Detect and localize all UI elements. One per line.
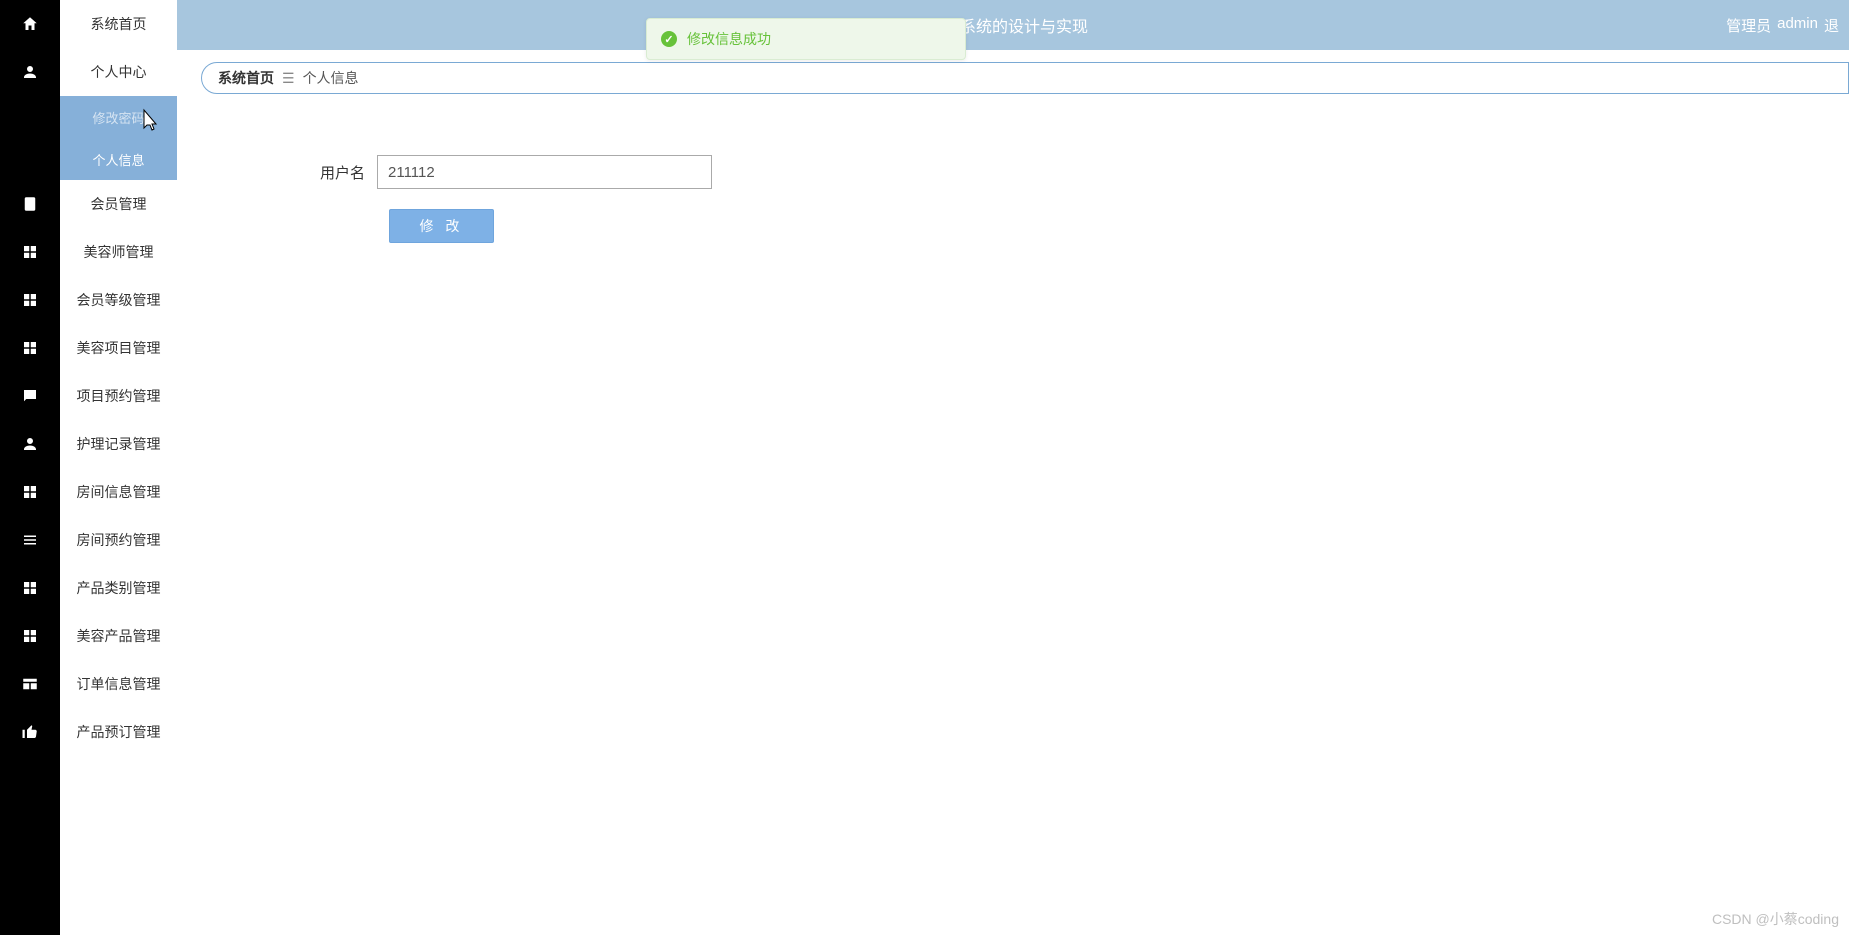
success-toast: 修改信息成功 — [646, 18, 966, 60]
toast-message: 修改信息成功 — [687, 29, 771, 49]
user-icon[interactable] — [0, 420, 60, 468]
sidebar-item-home[interactable]: 系统首页 — [60, 0, 177, 48]
sidebar-item-beauty-project-manage[interactable]: 美容项目管理 — [60, 324, 177, 372]
logout-button[interactable]: 退 — [1824, 15, 1839, 36]
grid-icon[interactable] — [0, 612, 60, 660]
grid-icon[interactable] — [0, 564, 60, 612]
sidebar-item-room-info-manage[interactable]: 房间信息管理 — [60, 468, 177, 516]
sidebar-labels: 系统首页 个人中心 修改密码 个人信息 会员管理 美容师管理 会员等级管理 美容… — [60, 0, 177, 935]
grid-icon[interactable] — [0, 468, 60, 516]
sidebar-item-beauty-product-manage[interactable]: 美容产品管理 — [60, 612, 177, 660]
sidebar-item-room-reservation-manage[interactable]: 房间预约管理 — [60, 516, 177, 564]
sidebar-icon-strip — [0, 0, 60, 935]
grid-icon[interactable] — [0, 276, 60, 324]
user-icon[interactable] — [0, 48, 60, 96]
user-role-label: 管理员 — [1726, 15, 1771, 36]
submit-button[interactable]: 修 改 — [389, 209, 494, 243]
sidebar-item-care-record-manage[interactable]: 护理记录管理 — [60, 420, 177, 468]
topbar-user-area: 管理员 admin 退 — [1726, 15, 1839, 36]
sidebar-item-personal[interactable]: 个人中心 — [60, 48, 177, 96]
thumb-icon[interactable] — [0, 708, 60, 756]
breadcrumb-separator: ☰ — [282, 70, 295, 87]
sidebar-item-product-booking-manage[interactable]: 产品预订管理 — [60, 708, 177, 756]
username-input[interactable] — [377, 155, 712, 189]
topbar-username[interactable]: admin — [1777, 15, 1818, 36]
clipboard-icon[interactable] — [0, 180, 60, 228]
grid-icon[interactable] — [0, 228, 60, 276]
submenu-personal-info[interactable]: 个人信息 — [60, 138, 177, 180]
system-title: 系统的设计与实现 — [960, 13, 1088, 37]
chat-icon[interactable] — [0, 372, 60, 420]
sidebar-item-member-level-manage[interactable]: 会员等级管理 — [60, 276, 177, 324]
breadcrumb: 系统首页 ☰ 个人信息 — [201, 62, 1849, 94]
submenu-spacer — [0, 96, 60, 180]
username-label: 用户名 — [257, 162, 377, 183]
submenu-change-password[interactable]: 修改密码 — [60, 96, 177, 138]
sidebar-item-beautician-manage[interactable]: 美容师管理 — [60, 228, 177, 276]
breadcrumb-current: 个人信息 — [303, 68, 359, 88]
breadcrumb-root[interactable]: 系统首页 — [218, 68, 274, 88]
check-circle-icon — [661, 31, 677, 47]
form-row-username: 用户名 — [257, 155, 712, 189]
menu-icon[interactable] — [0, 516, 60, 564]
sidebar-item-member-manage[interactable]: 会员管理 — [60, 180, 177, 228]
watermark: CSDN @小蔡coding — [1712, 909, 1839, 929]
content-area: 系统首页 ☰ 个人信息 用户名 修 改 — [177, 50, 1849, 935]
personal-info-form: 用户名 修 改 — [257, 155, 712, 243]
sidebar-item-project-reservation-manage[interactable]: 项目预约管理 — [60, 372, 177, 420]
home-icon[interactable] — [0, 0, 60, 48]
sidebar-item-product-category-manage[interactable]: 产品类别管理 — [60, 564, 177, 612]
sidebar-item-order-info-manage[interactable]: 订单信息管理 — [60, 660, 177, 708]
grid-icon[interactable] — [0, 324, 60, 372]
table-icon[interactable] — [0, 660, 60, 708]
submenu-personal: 修改密码 个人信息 — [60, 96, 177, 180]
